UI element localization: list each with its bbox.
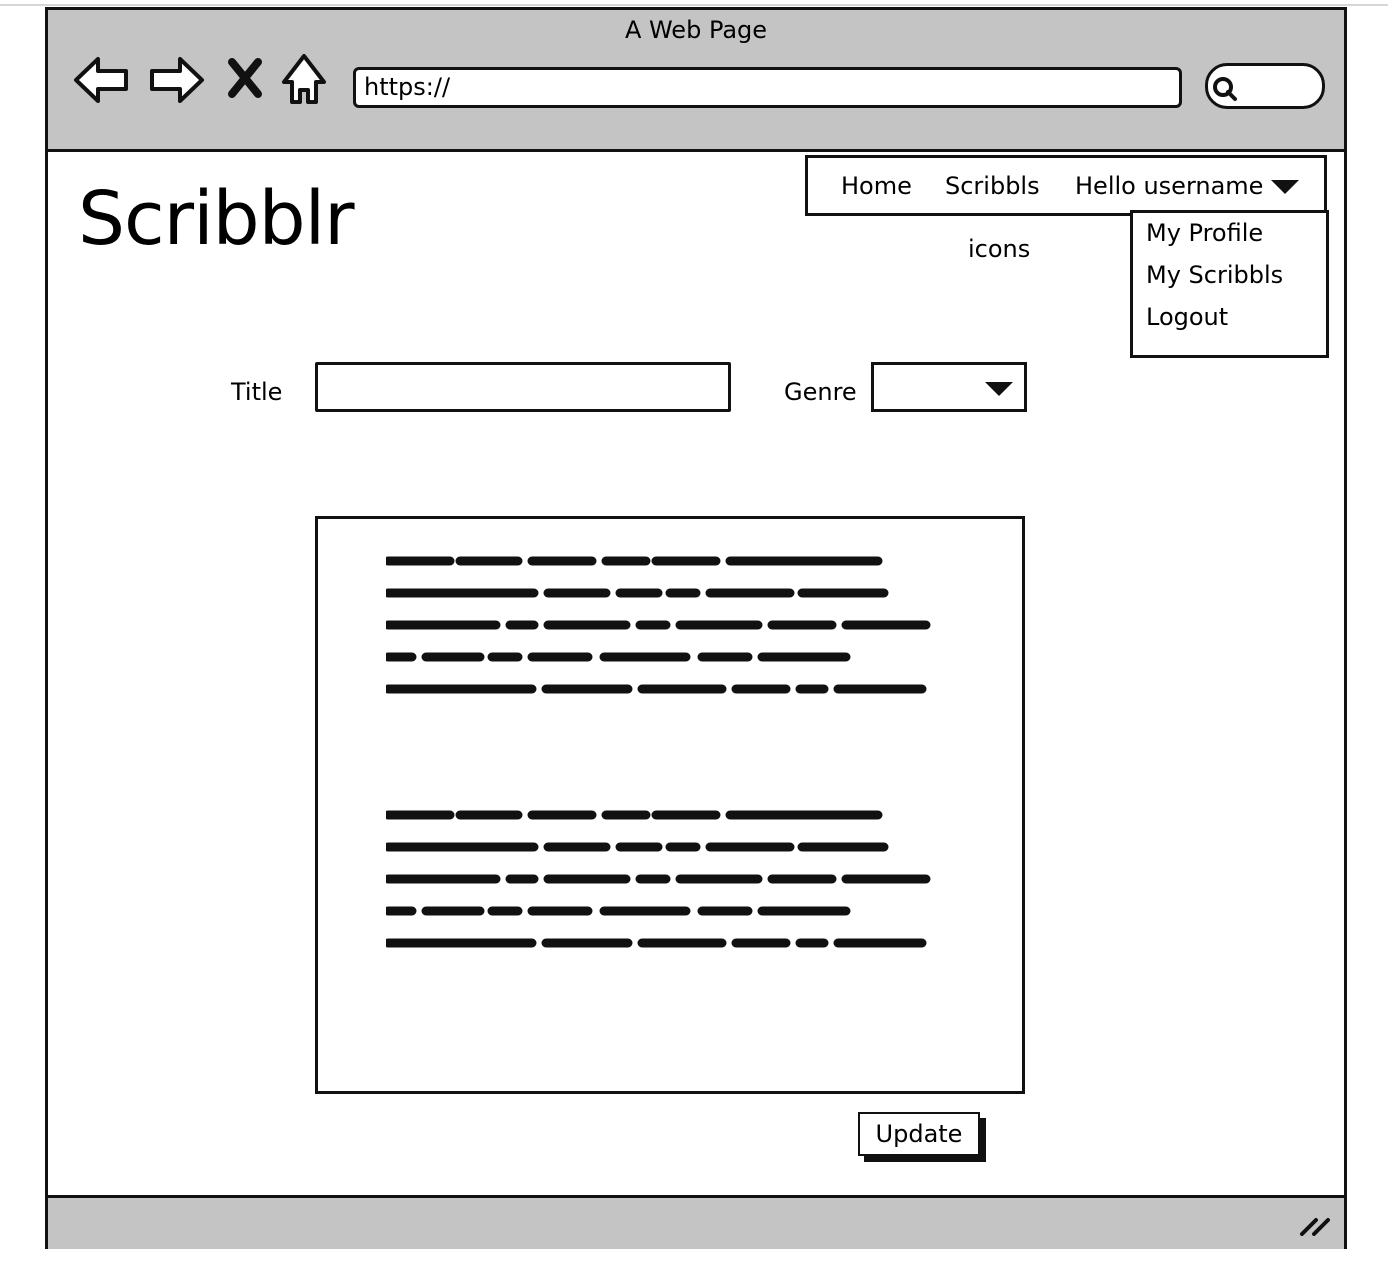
- stop-x-icon[interactable]: [220, 50, 270, 110]
- scribble-paragraph: [386, 810, 931, 948]
- top-navigation: Home Scribbls Hello username: [805, 155, 1327, 216]
- genre-select[interactable]: [871, 362, 1027, 412]
- user-menu-toggle[interactable]: Hello username: [1075, 172, 1263, 200]
- site-logo[interactable]: Scribblr: [78, 182, 355, 256]
- browser-status-bar: [48, 1195, 1344, 1249]
- chevron-down-icon[interactable]: [1270, 179, 1300, 195]
- search-icon: [1213, 77, 1237, 101]
- title-input[interactable]: [315, 362, 731, 412]
- browser-search-field[interactable]: [1205, 63, 1325, 109]
- menu-item-logout[interactable]: Logout: [1146, 303, 1228, 331]
- scribble-paragraph: [386, 556, 931, 694]
- back-arrow-icon[interactable]: [70, 50, 132, 110]
- address-bar[interactable]: https://: [353, 67, 1182, 108]
- genre-label: Genre: [784, 378, 857, 406]
- nav-home-link[interactable]: Home: [841, 172, 912, 200]
- menu-item-my-profile[interactable]: My Profile: [1146, 219, 1263, 247]
- home-icon[interactable]: [276, 50, 338, 110]
- top-border-line: [0, 4, 1388, 6]
- icons-placeholder: icons: [968, 235, 1031, 263]
- update-button[interactable]: Update: [858, 1112, 980, 1156]
- forward-arrow-icon[interactable]: [146, 50, 208, 110]
- user-dropdown-menu: My Profile My Scribbls Logout: [1130, 210, 1329, 358]
- scribbl-body-editor[interactable]: [315, 516, 1025, 1094]
- browser-toolbar: A Web Page https://: [48, 10, 1344, 152]
- nav-scribbls-link[interactable]: Scribbls: [945, 172, 1040, 200]
- resize-grip-icon[interactable]: [1298, 1212, 1332, 1236]
- menu-item-my-scribbls[interactable]: My Scribbls: [1146, 261, 1283, 289]
- window-title: A Web Page: [624, 16, 768, 44]
- page-content: Scribblr Home Scribbls Hello username ic…: [48, 152, 1344, 1192]
- browser-window: A Web Page https:// Scribblr Home Scribb…: [45, 7, 1347, 1249]
- title-label: Title: [231, 378, 283, 406]
- chevron-down-icon: [985, 382, 1013, 396]
